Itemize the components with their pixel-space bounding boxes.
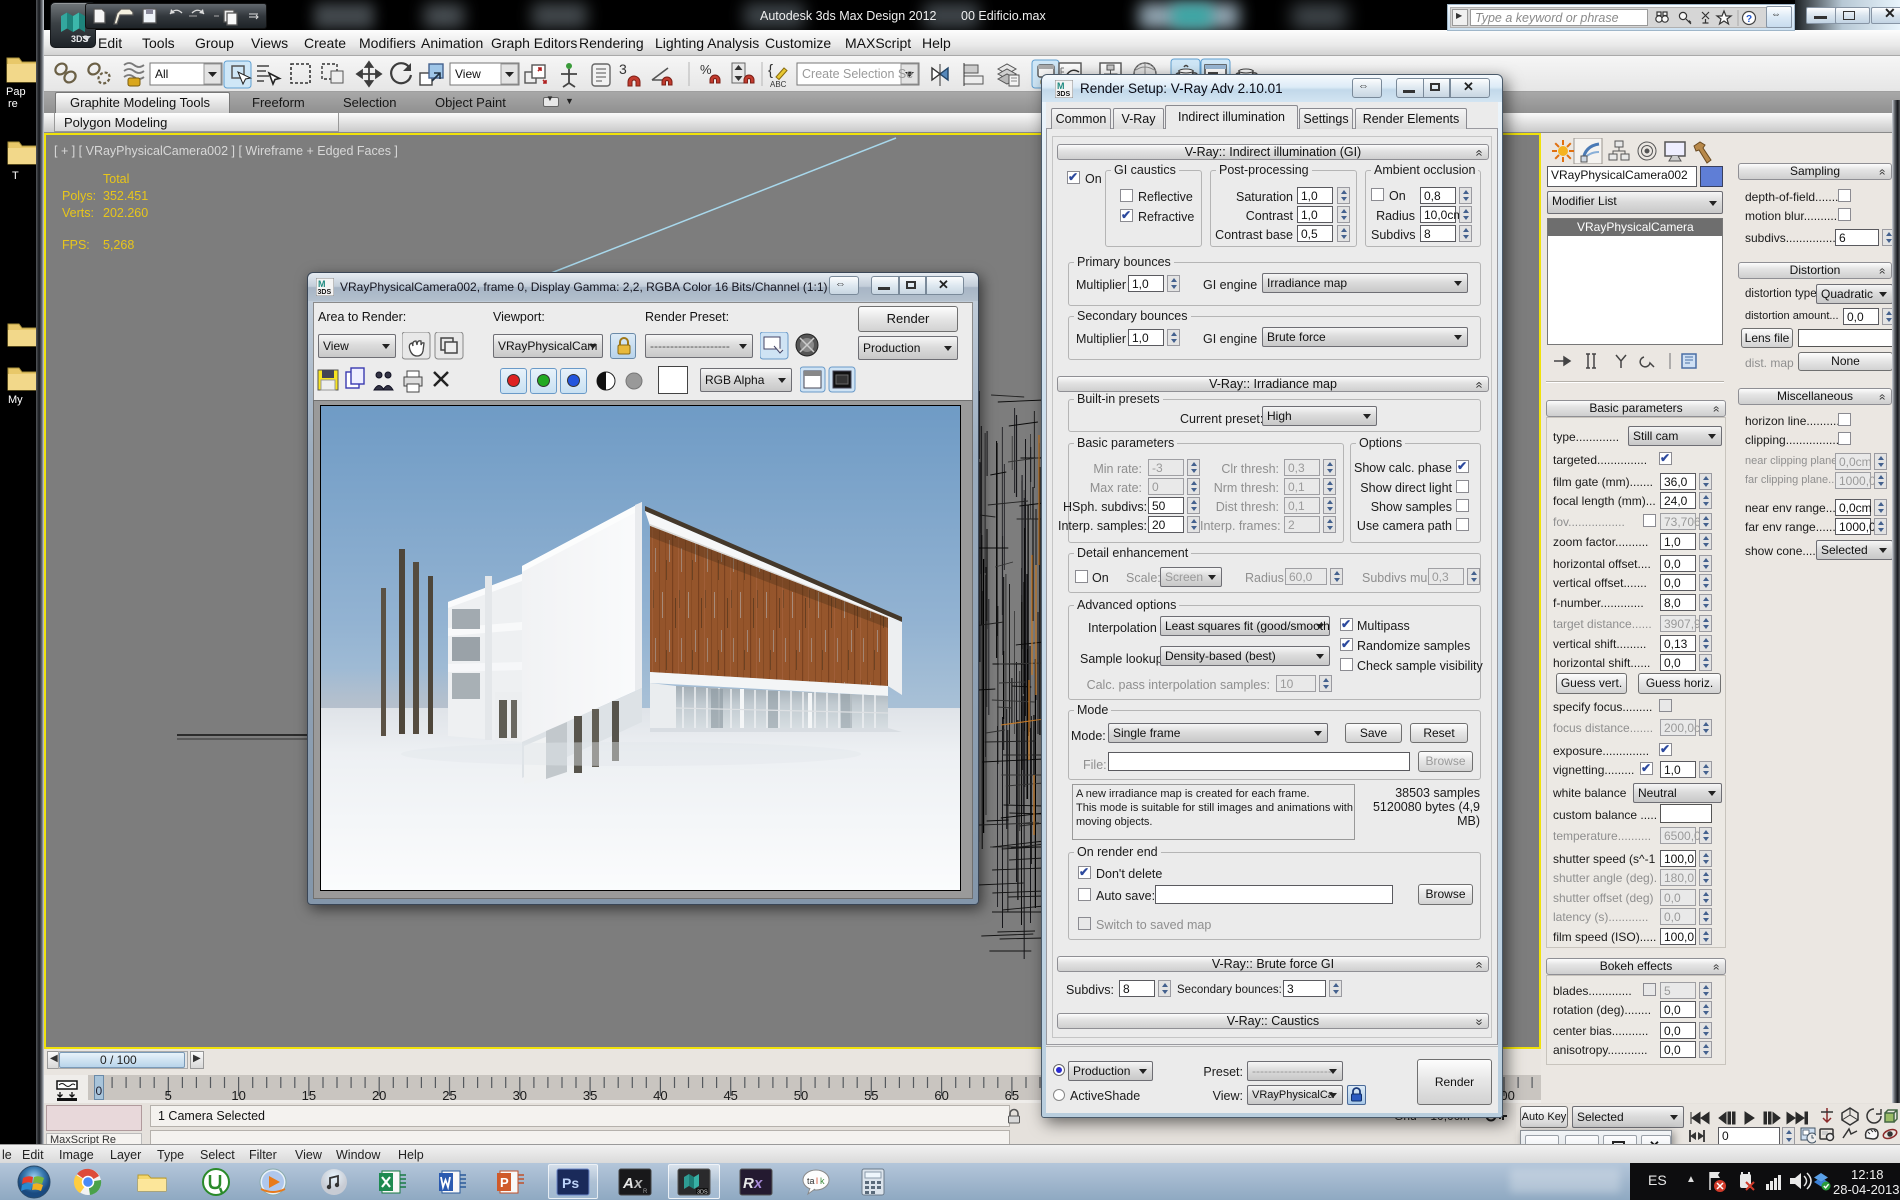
svg-text:M: M (318, 279, 326, 289)
svg-text:?: ? (1746, 14, 1752, 25)
svg-text:x: x (633, 1175, 643, 1192)
svg-text:ABC: ABC (770, 80, 787, 89)
svg-text:Ps: Ps (562, 1175, 579, 1191)
svg-text:Create Selection Se: Create Selection Se (802, 67, 913, 81)
svg-text:60: 60 (934, 1088, 948, 1103)
svg-text:3: 3 (619, 61, 627, 77)
svg-text:l: l (816, 1176, 818, 1186)
svg-text:x: x (753, 1175, 763, 1192)
svg-text:R: R (743, 1175, 754, 1192)
svg-text:R: R (643, 1189, 648, 1195)
svg-text:3DS: 3DS (318, 289, 332, 296)
svg-text:P: P (500, 1175, 509, 1190)
svg-text:30: 30 (513, 1088, 527, 1103)
svg-text:35: 35 (583, 1088, 597, 1103)
svg-text:%: % (700, 62, 712, 77)
svg-text:3DS: 3DS (1057, 91, 1071, 98)
svg-text:40: 40 (653, 1088, 667, 1103)
svg-text:k: k (820, 1176, 825, 1186)
svg-text:View: View (455, 67, 481, 81)
svg-text:65: 65 (1005, 1088, 1019, 1103)
svg-text:3DS: 3DS (697, 1190, 708, 1196)
svg-text:50: 50 (794, 1088, 808, 1103)
svg-text:10: 10 (231, 1088, 245, 1103)
svg-text:45: 45 (723, 1088, 737, 1103)
svg-text:M: M (1057, 81, 1065, 91)
svg-text:25: 25 (442, 1088, 456, 1103)
svg-text:ta: ta (807, 1176, 815, 1186)
svg-text:15: 15 (302, 1088, 316, 1103)
svg-text:5: 5 (165, 1088, 172, 1103)
svg-text:A: A (622, 1175, 634, 1192)
svg-text:55: 55 (864, 1088, 878, 1103)
svg-text:20: 20 (372, 1088, 386, 1103)
svg-text:{: { (768, 62, 773, 79)
svg-text:All: All (155, 67, 168, 81)
